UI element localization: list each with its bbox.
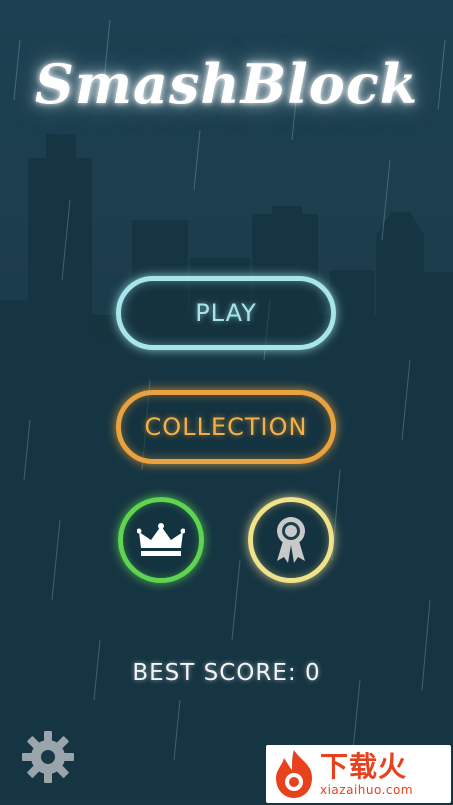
collection-button-label: COLLECTION	[144, 413, 308, 441]
crown-icon	[137, 523, 185, 556]
watermark-chinese-text: 下载火	[320, 750, 408, 783]
best-score-text: BEST SCORE: 0	[132, 660, 321, 686]
award-ribbon-icon	[277, 517, 305, 563]
settings-button[interactable]	[20, 729, 76, 785]
gear-icon	[22, 731, 74, 783]
leaderboard-button[interactable]	[118, 497, 204, 583]
flame-logo-icon	[276, 750, 312, 798]
collection-button[interactable]: COLLECTION	[116, 390, 336, 464]
game-title: SmashBlock	[34, 52, 419, 116]
play-button-label: PLAY	[195, 299, 257, 327]
play-button[interactable]: PLAY	[116, 276, 336, 350]
watermark-badge: 下载火 xiazaihuo.com	[266, 745, 451, 803]
watermark-url: xiazaihuo.com	[320, 783, 414, 797]
achievements-button[interactable]	[248, 497, 334, 583]
